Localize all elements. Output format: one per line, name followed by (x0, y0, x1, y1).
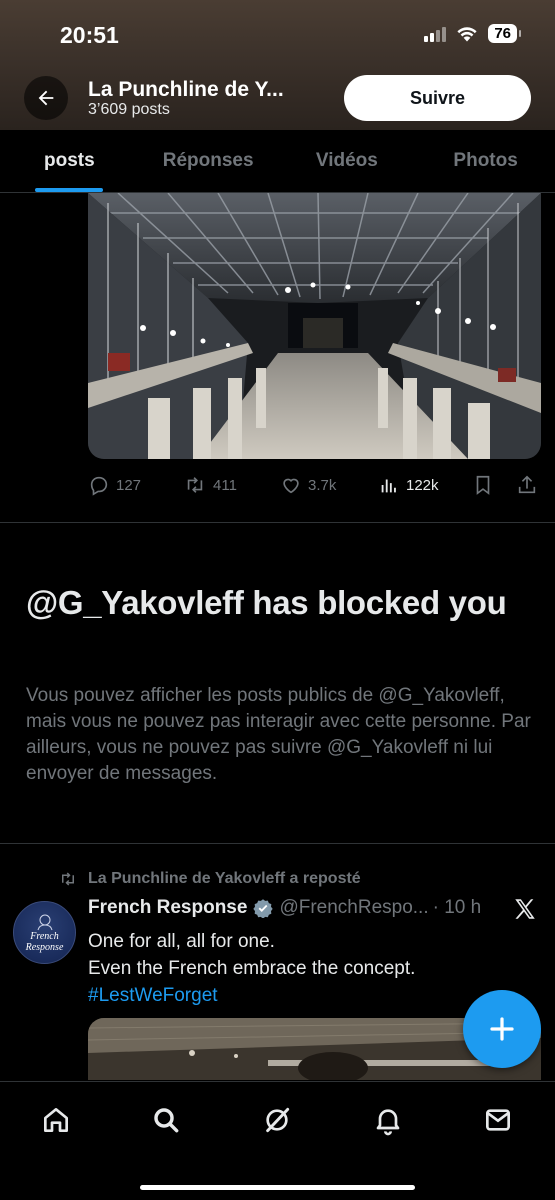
home-icon (44, 1108, 68, 1132)
tweet-author-row: French Response @FrenchRespo... · 10 h (88, 897, 508, 919)
like-action[interactable]: 3.7k (280, 474, 336, 496)
post-action-bar: 127 411 3.7k 122k (88, 470, 543, 500)
reply-action[interactable]: 127 (88, 474, 141, 496)
active-tab-indicator (35, 188, 104, 192)
grok-icon (266, 1107, 290, 1133)
repost-arrows-icon (187, 477, 203, 493)
nav-grok[interactable] (257, 1100, 297, 1140)
tab-videos[interactable]: Vidéos (278, 130, 417, 192)
repost-action[interactable]: 411 (183, 474, 237, 496)
tweet-line-2: Even the French embrace the concept. (88, 958, 416, 979)
share-icon (518, 475, 536, 494)
hashtag-link[interactable]: #LestWeForget (88, 982, 508, 1009)
profile-header: 20:51 76 La Punchline de Y... 3’609 post… (0, 0, 555, 130)
back-button[interactable] (24, 76, 68, 120)
repost-arrows-icon (62, 872, 74, 886)
plus-icon (490, 1017, 514, 1041)
bottom-navigation (0, 1081, 555, 1200)
nav-search[interactable] (146, 1100, 186, 1140)
status-icons: 76 (424, 24, 521, 43)
section-divider (0, 843, 555, 844)
avatar-text-1: French (30, 930, 59, 942)
profile-tabs: posts Réponses Vidéos Photos (0, 130, 555, 193)
follow-button[interactable]: Suivre (344, 75, 531, 121)
verified-badge-icon (253, 898, 274, 918)
tab-replies[interactable]: Réponses (139, 130, 278, 192)
tweet-text: One for all, all for one. Even the Frenc… (88, 928, 508, 1009)
bookmark-icon (476, 475, 490, 495)
tab-photos[interactable]: Photos (416, 130, 555, 192)
compose-button[interactable] (463, 990, 541, 1068)
search-icon (154, 1108, 179, 1133)
portrait-emblem-icon (37, 914, 52, 930)
repost-context[interactable]: La Punchline de Yakovleff a reposté (58, 870, 361, 888)
avatar[interactable]: French Response (13, 901, 76, 964)
nav-notifications[interactable] (368, 1100, 408, 1140)
arrow-left-icon (38, 90, 54, 106)
bookmark-action[interactable] (472, 474, 494, 496)
speech-bubble-icon (90, 476, 108, 496)
reposted-by-label: La Punchline de Yakovleff a reposté (88, 870, 361, 887)
heart-icon (283, 478, 299, 494)
wifi-icon (457, 26, 477, 41)
avatar-text-2: Response (25, 941, 64, 953)
views-action[interactable]: 122k (378, 474, 439, 496)
mail-icon (486, 1109, 510, 1131)
tweet-time: · 10 h (432, 897, 482, 918)
bell-icon (376, 1109, 400, 1136)
nav-home[interactable] (36, 1100, 76, 1140)
home-indicator (140, 1185, 415, 1190)
profile-name: La Punchline de Y... (88, 78, 284, 101)
post-count: 3’609 posts (88, 101, 170, 118)
signal-icon (424, 26, 447, 42)
author-handle[interactable]: @FrenchRespo... (279, 897, 428, 919)
tweet-line-1: One for all, all for one. (88, 931, 275, 952)
post-divider (0, 522, 555, 523)
author-name[interactable]: French Response (88, 897, 247, 919)
status-time: 20:51 (60, 22, 119, 48)
x-logo-icon (512, 896, 538, 927)
battery-indicator: 76 (488, 24, 521, 43)
bar-chart-icon (381, 479, 396, 493)
nav-messages[interactable] (478, 1100, 518, 1140)
tab-posts[interactable]: posts (0, 130, 139, 192)
share-action[interactable] (516, 474, 538, 496)
blocked-description: Vous pouvez afficher les posts publics d… (26, 685, 531, 784)
post-image[interactable] (88, 193, 541, 459)
industrial-hall-image (88, 193, 541, 459)
blocked-title: @G_Yakovleff has blocked you (26, 584, 507, 621)
